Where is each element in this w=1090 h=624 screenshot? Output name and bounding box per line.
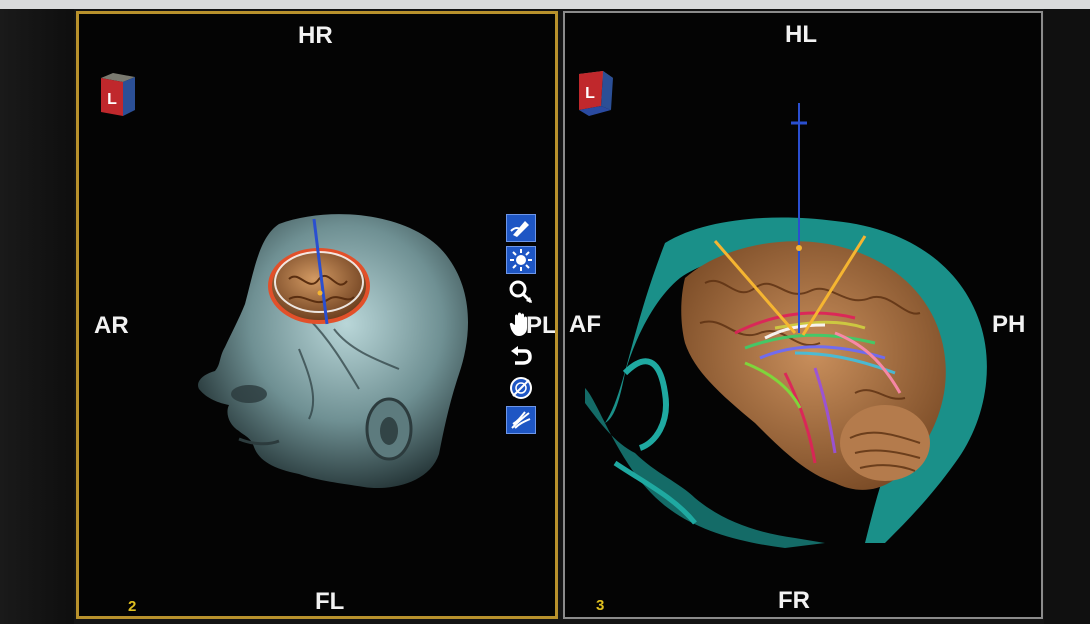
fiber-tract-tool-button[interactable] — [506, 406, 536, 434]
brightness-icon — [510, 249, 532, 271]
cube-face-label: L — [585, 85, 595, 102]
viewport-2[interactable]: HR AR PL FL 2 L — [76, 11, 558, 619]
zoom-tool-button[interactable] — [506, 278, 536, 306]
tool-palette — [506, 214, 540, 434]
orientation-label-top: HR — [298, 22, 333, 49]
orientation-label-bottom: FL — [315, 588, 345, 615]
pan-tool-button[interactable] — [506, 310, 536, 338]
brightness-tool-button[interactable] — [506, 246, 536, 274]
pan-hand-icon — [509, 312, 527, 336]
viewport-number: 2 — [128, 598, 137, 615]
orientation-cube-icon[interactable]: L — [95, 72, 139, 120]
orientation-label-left: AR — [94, 312, 129, 339]
head-3d-render — [198, 214, 469, 489]
undo-tool-button[interactable] — [506, 342, 536, 370]
left-bezel — [0, 9, 74, 624]
right-bezel — [1044, 9, 1090, 624]
pen-tool-button[interactable] — [506, 214, 536, 242]
cube-face-label: L — [107, 91, 117, 108]
zoom-icon — [509, 280, 533, 304]
orientation-label-bottom: FR — [778, 587, 810, 614]
undo-icon — [511, 346, 532, 365]
orientation-label-top: HL — [785, 21, 817, 48]
viewport-3[interactable]: HL AF PH FR 3 L — [563, 11, 1043, 619]
no-entry-tool-button[interactable] — [506, 374, 536, 402]
top-bar — [0, 0, 1090, 9]
viewport-number: 3 — [596, 597, 605, 614]
fiber-tract-icon — [511, 411, 531, 429]
sagittal-brain-render — [585, 103, 987, 548]
pen-icon — [510, 221, 529, 237]
no-entry-icon — [510, 377, 532, 399]
